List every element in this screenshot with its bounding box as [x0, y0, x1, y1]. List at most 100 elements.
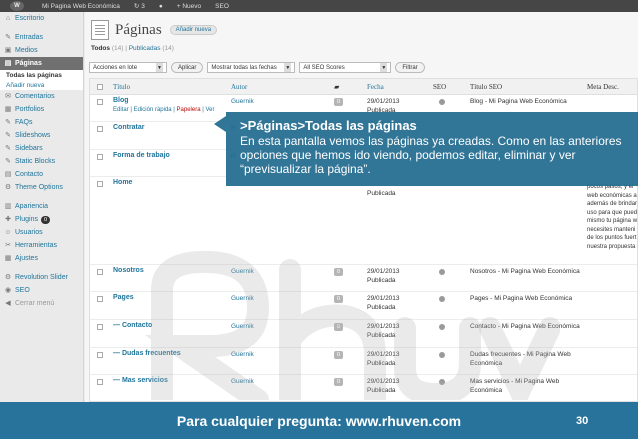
- row-checkbox[interactable]: [97, 269, 103, 275]
- bulk-actions-select[interactable]: Acciones en lote ▼: [89, 62, 167, 73]
- row-checkbox[interactable]: [97, 99, 103, 105]
- column-date[interactable]: Fecha: [367, 83, 384, 91]
- page-title-link[interactable]: — Dudas frecuentes: [113, 350, 181, 357]
- filter-published-count: (14): [162, 45, 174, 52]
- sidebar-item-herramientas[interactable]: ✂ Herramientas: [0, 239, 83, 252]
- new-content-button[interactable]: + Nuevo: [170, 0, 208, 12]
- add-new-page-button[interactable]: Añadir nueva: [169, 25, 218, 35]
- page-title-link[interactable]: Blog: [113, 97, 129, 104]
- apply-button[interactable]: Aplicar: [171, 62, 204, 73]
- date-filter-select[interactable]: Mostrar todas las fechas ▼: [207, 62, 296, 73]
- sidebar-item-label: Static Blocks: [15, 158, 56, 165]
- author-link[interactable]: Guernik: [231, 323, 254, 330]
- sidebar-item-entradas[interactable]: ✎ Entradas: [0, 31, 83, 44]
- filter-published-link[interactable]: Publicadas: [129, 45, 161, 52]
- author-link[interactable]: Guernik: [231, 268, 254, 275]
- comment-count-badge[interactable]: 0: [334, 351, 343, 359]
- quick-edit-link[interactable]: Edición rápida: [134, 107, 172, 113]
- sidebar-item-sidebars[interactable]: ✎ Sidebars: [0, 142, 83, 155]
- sidebar-item-static-blocks[interactable]: ✎ Static Blocks: [0, 155, 83, 168]
- view-link[interactable]: Ver: [205, 107, 214, 113]
- sidebar-item-seo[interactable]: ◉ SEO: [0, 284, 83, 297]
- author-link[interactable]: Guernik: [231, 378, 254, 385]
- sidebar-item-theme-options[interactable]: ⚙ Theme Options: [0, 181, 83, 194]
- row-checkbox[interactable]: [97, 324, 103, 330]
- meta-desc-cell: pocos pasos, y el web económicas a ademá…: [587, 184, 638, 250]
- sidebar-subitem-todas-paginas[interactable]: Todas las páginas: [0, 70, 83, 80]
- seo-score-dot: [439, 99, 445, 105]
- column-seo-title: Título SEO: [470, 83, 503, 91]
- sidebar-item-label: Slideshows: [15, 132, 51, 139]
- table-row: Home Publicada pocos pasos, y el web eco…: [90, 177, 638, 265]
- page-title-link[interactable]: Contratar: [113, 124, 145, 131]
- row-checkbox[interactable]: [97, 154, 103, 160]
- comment-count-badge[interactable]: 0: [334, 378, 343, 386]
- column-title[interactable]: Título: [113, 83, 130, 91]
- select-all-checkbox[interactable]: [97, 84, 103, 90]
- row-checkbox[interactable]: [97, 352, 103, 358]
- sidebar-item-portfolios[interactable]: ▦ Portfolios: [0, 103, 83, 116]
- users-icon: ☺: [4, 228, 12, 236]
- chevron-down-icon: ▼: [380, 63, 388, 72]
- sidebar-item-label: FAQs: [15, 119, 33, 126]
- seo-title-cell: Blog - Mi Pagina Web Económica: [470, 98, 567, 105]
- bulk-actions-bar: Acciones en lote ▼ Aplicar Mostrar todas …: [89, 62, 425, 73]
- sidebar-item-label: Contacto: [15, 171, 44, 178]
- filter-button[interactable]: Filtrar: [395, 62, 425, 73]
- sidebar-item-slideshows[interactable]: ✎ Slideshows: [0, 129, 83, 142]
- page-title-link[interactable]: — Contacto: [113, 322, 152, 329]
- sidebar-item-medios[interactable]: ▣ Medios: [0, 44, 83, 57]
- collapse-menu-button[interactable]: ◀ Cerrar menú: [0, 297, 83, 310]
- date-value: 29/01/2013: [367, 268, 400, 275]
- seo-score-select[interactable]: All SEO Scores ▼: [299, 62, 392, 73]
- comment-count-badge[interactable]: 0: [334, 268, 343, 276]
- seo-adminbar-link[interactable]: SEO: [208, 0, 236, 12]
- site-name-link[interactable]: Mi Pagina Web Económica: [35, 0, 127, 12]
- edit-link[interactable]: Editar: [113, 107, 129, 113]
- sidebar-item-label: Escritorio: [15, 15, 45, 22]
- page-title-link[interactable]: Home: [113, 179, 132, 186]
- author-link[interactable]: Guernik: [231, 295, 254, 302]
- page-title-link[interactable]: Pages: [113, 294, 134, 301]
- page-title-link[interactable]: Forma de trabajo: [113, 152, 170, 159]
- status-value: Publicada: [367, 190, 396, 197]
- page-title-link[interactable]: Nosotros: [113, 267, 144, 274]
- author-link[interactable]: Guernik: [231, 351, 254, 358]
- sidebar-item-ajustes[interactable]: ▦ Ajustes: [0, 252, 83, 265]
- trash-link[interactable]: Papelera: [177, 107, 201, 113]
- sidebar-item-plugins[interactable]: ✚ Plugins 0: [0, 213, 83, 226]
- row-checkbox[interactable]: [97, 181, 103, 187]
- row-checkbox[interactable]: [97, 296, 103, 302]
- page-title-link[interactable]: — Mas servicios: [113, 377, 168, 384]
- admin-sidebar: ⌂ Escritorio ✎ Entradas ▣ Medios ▤ Páginas T…: [0, 12, 84, 402]
- sidebar-item-paginas[interactable]: ▤ Páginas: [0, 57, 83, 70]
- sidebar-item-apariencia[interactable]: ▥ Apariencia: [0, 200, 83, 213]
- comments-column-icon: ▰: [334, 83, 340, 91]
- sidebar-subitem-anadir-nueva[interactable]: Añadir nueva: [0, 80, 83, 90]
- sidebar-item-comentarios[interactable]: ✉ Comentarios: [0, 90, 83, 103]
- sidebar-item-escritorio[interactable]: ⌂ Escritorio: [0, 12, 83, 25]
- sidebar-item-label: Plugins: [15, 216, 38, 223]
- comment-count-badge[interactable]: 0: [334, 98, 343, 106]
- column-author[interactable]: Autor: [231, 83, 247, 91]
- row-checkbox[interactable]: [97, 379, 103, 385]
- updates-button[interactable]: ↻ 3: [127, 0, 152, 12]
- wordpress-logo-button[interactable]: W: [0, 0, 35, 12]
- author-link[interactable]: Guernik: [231, 98, 254, 105]
- sidebar-item-usuarios[interactable]: ☺ Usuarios: [0, 226, 83, 239]
- comments-button[interactable]: ●: [152, 0, 170, 12]
- sidebar-item-label: Apariencia: [15, 203, 49, 210]
- faq-icon: ✎: [5, 118, 11, 126]
- sidebar-item-revolution-slider[interactable]: ⚙ Revolution Slider: [0, 271, 83, 284]
- row-checkbox[interactable]: [97, 126, 103, 132]
- sidebar-item-faqs[interactable]: ✎ FAQs: [0, 116, 83, 129]
- comment-count-badge[interactable]: 0: [334, 323, 343, 331]
- comment-count-badge[interactable]: 0: [334, 295, 343, 303]
- table-row: — Dudas frecuentes Guernik 0 29/01/2013 P…: [90, 348, 637, 375]
- seo-title-cell: Contacto - Mi Pagina Web Económica: [470, 323, 580, 330]
- sidebar-item-contacto[interactable]: ▤ Contacto: [0, 168, 83, 181]
- status-value: Publicada: [367, 387, 396, 394]
- refresh-icon: ↻: [133, 3, 142, 10]
- sidebar-item-label: Portfolios: [15, 106, 45, 113]
- filter-all-link[interactable]: Todos: [91, 45, 110, 52]
